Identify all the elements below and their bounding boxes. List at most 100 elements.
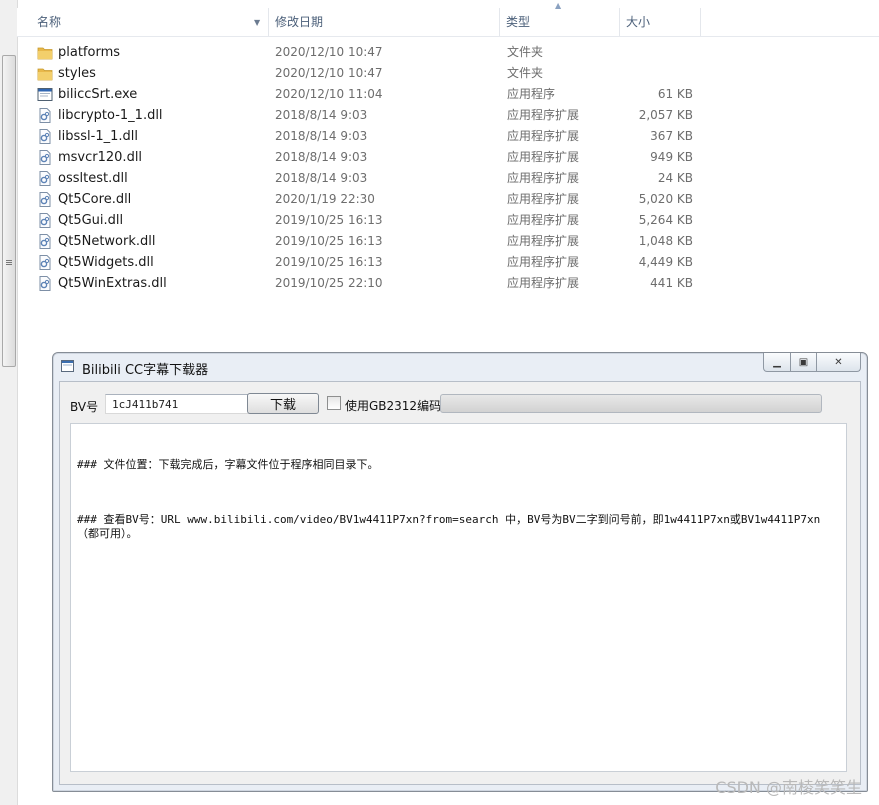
gb2312-checkbox-label[interactable]: 使用GB2312编码 (345, 397, 441, 414)
file-date: 2019/10/25 16:13 (275, 213, 383, 227)
file-row[interactable]: msvcr120.dll 2018/8/14 9:03 应用程序扩展 949 KB (17, 147, 717, 168)
file-date: 2018/8/14 9:03 (275, 108, 368, 122)
file-type: 应用程序扩展 (507, 234, 580, 248)
file-date: 2019/10/25 22:10 (275, 276, 383, 290)
file-name: libcrypto-1_1.dll (58, 108, 163, 123)
file-name: Qt5Gui.dll (58, 213, 124, 228)
chevron-down-icon[interactable]: ▼ (254, 18, 260, 27)
folder-icon (37, 45, 53, 60)
info-text-area[interactable]: ### 文件位置：下载完成后，字幕文件位于程序相同目录下。 ### 查看BV号：… (70, 423, 847, 772)
file-row[interactable]: ossltest.dll 2018/8/14 9:03 应用程序扩展 24 KB (17, 168, 717, 189)
dll-icon (37, 255, 53, 270)
file-type: 文件夹 (507, 66, 544, 80)
file-date: 2018/8/14 9:03 (275, 171, 368, 185)
file-size: 441 KB (650, 276, 693, 290)
download-progress-bar (440, 394, 822, 413)
file-size: 4,449 KB (638, 255, 693, 269)
dll-icon (37, 213, 53, 228)
file-size: 5,020 KB (638, 192, 693, 206)
file-size: 61 KB (657, 87, 693, 101)
file-row[interactable]: platforms 2020/12/10 10:47 文件夹 (17, 42, 717, 63)
file-row[interactable]: Qt5Gui.dll 2019/10/25 16:13 应用程序扩展 5,264 KB (17, 210, 717, 231)
file-name: styles (58, 66, 96, 81)
column-header-name-label: 名称 (37, 15, 62, 29)
dll-icon (37, 171, 53, 186)
file-row[interactable]: Qt5Widgets.dll 2019/10/25 16:13 应用程序扩展 4,44… (17, 252, 717, 273)
column-header-size[interactable]: 大小 (621, 8, 701, 36)
watermark: CSDN @南棱笑笑生 (715, 778, 862, 797)
file-row[interactable]: Qt5Core.dll 2020/1/19 22:30 应用程序扩展 5,020 KB (17, 189, 717, 210)
close-icon: ✕ (834, 356, 843, 368)
maximize-button[interactable]: ▣ (791, 353, 817, 372)
file-name: Qt5Widgets.dll (58, 255, 154, 270)
download-button[interactable]: 下载 (247, 393, 319, 414)
file-type: 应用程序扩展 (507, 255, 580, 269)
dll-icon (37, 108, 53, 123)
title-bar[interactable]: Bilibili CC字幕下载器 ▁ ▣ ✕ (53, 353, 867, 381)
dll-icon (37, 234, 53, 249)
file-type: 应用程序扩展 (507, 150, 580, 164)
file-row[interactable]: libssl-1_1.dll 2018/8/14 9:03 应用程序扩展 367 KB (17, 126, 717, 147)
file-size: 367 KB (650, 129, 693, 143)
column-header-date-label: 修改日期 (275, 15, 324, 29)
file-type: 应用程序扩展 (507, 213, 580, 227)
exe-icon (37, 87, 53, 102)
file-date: 2018/8/14 9:03 (275, 129, 368, 143)
vertical-scrollbar[interactable] (0, 0, 18, 805)
file-row[interactable]: Qt5Network.dll 2019/10/25 16:13 应用程序扩展 1,04… (17, 231, 717, 252)
dll-icon (37, 276, 53, 291)
window-client-area: BV号 下载 使用GB2312编码 ### 文件位置：下载完成后，字幕文件位于程… (59, 381, 861, 785)
file-name: libssl-1_1.dll (58, 129, 138, 144)
sort-ascending-icon: ▲ (555, 1, 562, 10)
info-paragraph-bv: ### 查看BV号：URL www.bilibili.com/video/BV1… (77, 513, 821, 540)
dll-icon (37, 129, 53, 144)
app-window-icon (61, 360, 74, 372)
bv-label: BV号 (70, 400, 99, 414)
file-date: 2019/10/25 16:13 (275, 234, 383, 248)
file-name: Qt5Network.dll (58, 234, 156, 249)
maximize-icon: ▣ (798, 356, 809, 368)
file-name: Qt5Core.dll (58, 192, 132, 207)
gb2312-checkbox[interactable] (327, 396, 341, 410)
scrollbar-thumb[interactable] (2, 55, 16, 367)
bv-input[interactable] (105, 394, 251, 414)
file-type: 文件夹 (507, 45, 544, 59)
file-date: 2020/12/10 11:04 (275, 87, 383, 101)
file-type: 应用程序扩展 (507, 171, 580, 185)
info-paragraph-location: ### 文件位置：下载完成后，字幕文件位于程序相同目录下。 (77, 458, 379, 471)
file-size: 5,264 KB (638, 213, 693, 227)
file-row[interactable]: libcrypto-1_1.dll 2018/8/14 9:03 应用程序扩展 2,0… (17, 105, 717, 126)
file-row[interactable]: styles 2020/12/10 10:47 文件夹 (17, 63, 717, 84)
file-name: ossltest.dll (58, 171, 128, 186)
file-date: 2020/12/10 10:47 (275, 45, 383, 59)
file-type: 应用程序扩展 (507, 192, 580, 206)
file-size: 1,048 KB (638, 234, 693, 248)
file-list-header: 名称 ▼ 修改日期 类型 ▲ 大小 (17, 1, 879, 37)
file-type: 应用程序扩展 (507, 276, 580, 290)
file-size: 24 KB (657, 171, 693, 185)
file-size: 949 KB (650, 150, 693, 164)
file-name: platforms (58, 45, 121, 60)
column-header-size-label: 大小 (626, 15, 651, 29)
column-header-type[interactable]: 类型 (501, 8, 620, 36)
app-window: Bilibili CC字幕下载器 ▁ ▣ ✕ BV号 下载 使用GB2312编码… (52, 352, 868, 792)
file-type: 应用程序扩展 (507, 129, 580, 143)
file-date: 2019/10/25 16:13 (275, 255, 383, 269)
file-date: 2018/8/14 9:03 (275, 150, 368, 164)
window-controls: ▁ ▣ ✕ (763, 353, 861, 372)
close-button[interactable]: ✕ (817, 353, 861, 372)
file-row[interactable]: biliccSrt.exe 2020/12/10 11:04 应用程序 61 KB (17, 84, 717, 105)
file-row[interactable]: Qt5WinExtras.dll 2019/10/25 22:10 应用程序扩展 44… (17, 273, 717, 294)
file-name: biliccSrt.exe (58, 87, 138, 102)
column-header-date[interactable]: 修改日期 (270, 8, 500, 36)
file-type: 应用程序 (507, 87, 556, 101)
dll-icon (37, 150, 53, 165)
dll-icon (37, 192, 53, 207)
file-date: 2020/12/10 10:47 (275, 66, 383, 80)
column-header-type-label: 类型 (506, 15, 531, 29)
minimize-icon: ▁ (773, 356, 781, 368)
minimize-button[interactable]: ▁ (763, 353, 791, 372)
column-header-name[interactable]: 名称 (17, 8, 269, 36)
file-size: 2,057 KB (638, 108, 693, 122)
file-name: msvcr120.dll (58, 150, 143, 165)
